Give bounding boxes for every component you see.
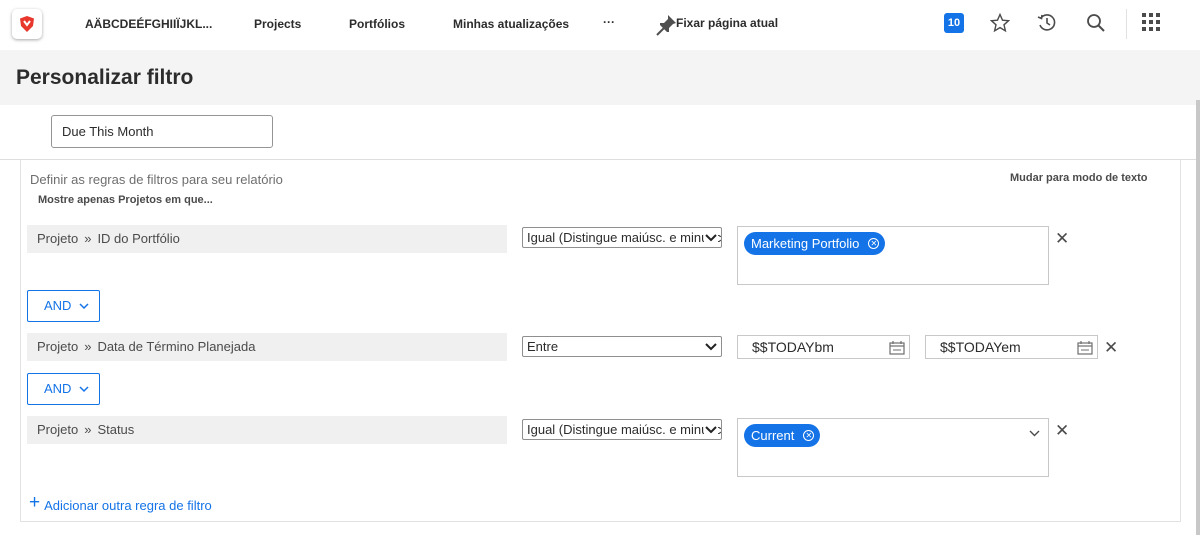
- rule-operator-label: Entre: [527, 339, 559, 354]
- calendar-icon[interactable]: [889, 341, 905, 355]
- rule-field-label: Status: [97, 422, 135, 437]
- connector-label: AND: [44, 298, 72, 313]
- pin-page-label[interactable]: Fixar página atual: [676, 16, 778, 30]
- chevron-down-icon: [704, 420, 718, 439]
- rules-subtitle: Mostre apenas Projetos em que...: [38, 194, 213, 206]
- rule-value-multiselect[interactable]: Current ✕: [737, 418, 1049, 477]
- date-to-input[interactable]: $$TODAYem: [925, 335, 1098, 359]
- chevron-right-icon: »: [84, 231, 92, 246]
- rule-field-selector[interactable]: Projeto » Data de Término Planejada: [27, 333, 507, 361]
- and-connector-button[interactable]: AND: [27, 290, 100, 322]
- value-tag: Marketing Portfolio ✕: [744, 232, 886, 255]
- nav-company-name[interactable]: AÄBCDEÉFGHIIÏJKL...: [85, 17, 212, 31]
- vertical-scrollbar[interactable]: [1196, 100, 1200, 535]
- value-tag-label: Current: [751, 428, 795, 443]
- remove-rule-icon[interactable]: ✕: [1055, 229, 1069, 249]
- chevron-right-icon: »: [84, 422, 92, 437]
- top-navigation-bar: AÄBCDEÉFGHIIÏJKL... Projects Portfólios …: [0, 0, 1200, 50]
- nav-my-updates[interactable]: Minhas atualizações: [453, 17, 569, 31]
- filter-name-input[interactable]: [51, 115, 273, 148]
- chevron-down-icon: [704, 228, 718, 247]
- chevron-down-icon: [79, 303, 89, 310]
- rule-object-label: Projeto: [37, 231, 79, 246]
- rule-operator-label: Igual (Distingue maiúsc. e minúsc.): [527, 230, 722, 245]
- chevron-down-icon: [704, 337, 718, 356]
- rule-operator-select[interactable]: Entre: [522, 336, 722, 357]
- rule-field-selector[interactable]: Projeto » Status: [27, 416, 507, 444]
- connector-label: AND: [44, 381, 72, 396]
- star-icon[interactable]: [990, 13, 1010, 33]
- history-icon[interactable]: [1037, 13, 1057, 33]
- rule-field-label: Data de Término Planejada: [97, 339, 256, 354]
- switch-text-mode-link[interactable]: Mudar para modo de texto: [1010, 172, 1148, 184]
- value-tag-label: Marketing Portfolio: [751, 236, 860, 251]
- and-connector-button[interactable]: AND: [27, 373, 100, 405]
- page-header: Personalizar filtro: [0, 50, 1200, 105]
- nav-projects[interactable]: Projects: [254, 17, 301, 31]
- plus-icon: +: [29, 492, 41, 513]
- rule-operator-select[interactable]: Igual (Distingue maiúsc. e minúsc.): [522, 227, 722, 248]
- rule-field-selector[interactable]: Projeto » ID do Portfólio: [27, 225, 507, 253]
- app-launcher-icon[interactable]: [1142, 13, 1160, 31]
- remove-tag-icon[interactable]: ✕: [803, 430, 815, 441]
- notification-badge[interactable]: 10: [944, 13, 964, 33]
- remove-rule-icon[interactable]: ✕: [1055, 421, 1069, 441]
- date-to-value: $$TODAYem: [940, 339, 1021, 355]
- chevron-right-icon: »: [84, 339, 92, 354]
- rules-description: Definir as regras de filtros para seu re…: [30, 172, 283, 187]
- remove-rule-icon[interactable]: ✕: [1104, 338, 1118, 358]
- nav-divider: [1126, 9, 1127, 39]
- page-title: Personalizar filtro: [16, 66, 194, 89]
- remove-tag-icon[interactable]: ✕: [868, 238, 880, 249]
- rule-operator-select[interactable]: Igual (Distingue maiúsc. e minúsc.): [522, 419, 722, 440]
- workfront-logo-icon: [20, 16, 34, 32]
- add-filter-rule-label: Adicionar outra regra de filtro: [44, 498, 212, 513]
- chevron-down-icon: [79, 386, 89, 393]
- nav-portfolios[interactable]: Portfólios: [349, 17, 405, 31]
- rule-value-multiselect[interactable]: Marketing Portfolio ✕: [737, 226, 1049, 285]
- add-filter-rule-link[interactable]: + Adicionar outra regra de filtro: [29, 492, 212, 516]
- value-tag: Current ✕: [744, 424, 821, 447]
- rule-operator-label: Igual (Distingue maiúsc. e minúsc.): [527, 422, 722, 437]
- calendar-icon[interactable]: [1077, 341, 1093, 355]
- pin-icon[interactable]: [656, 13, 678, 37]
- rule-object-label: Projeto: [37, 339, 79, 354]
- date-from-value: $$TODAYbm: [752, 339, 834, 355]
- app-logo[interactable]: [12, 9, 42, 39]
- date-from-input[interactable]: $$TODAYbm: [737, 335, 910, 359]
- rule-field-label: ID do Portfólio: [97, 231, 180, 246]
- chevron-down-icon[interactable]: [1029, 430, 1040, 437]
- search-icon[interactable]: [1086, 13, 1106, 33]
- nav-more-menu[interactable]: ···: [603, 15, 615, 29]
- rule-object-label: Projeto: [37, 422, 79, 437]
